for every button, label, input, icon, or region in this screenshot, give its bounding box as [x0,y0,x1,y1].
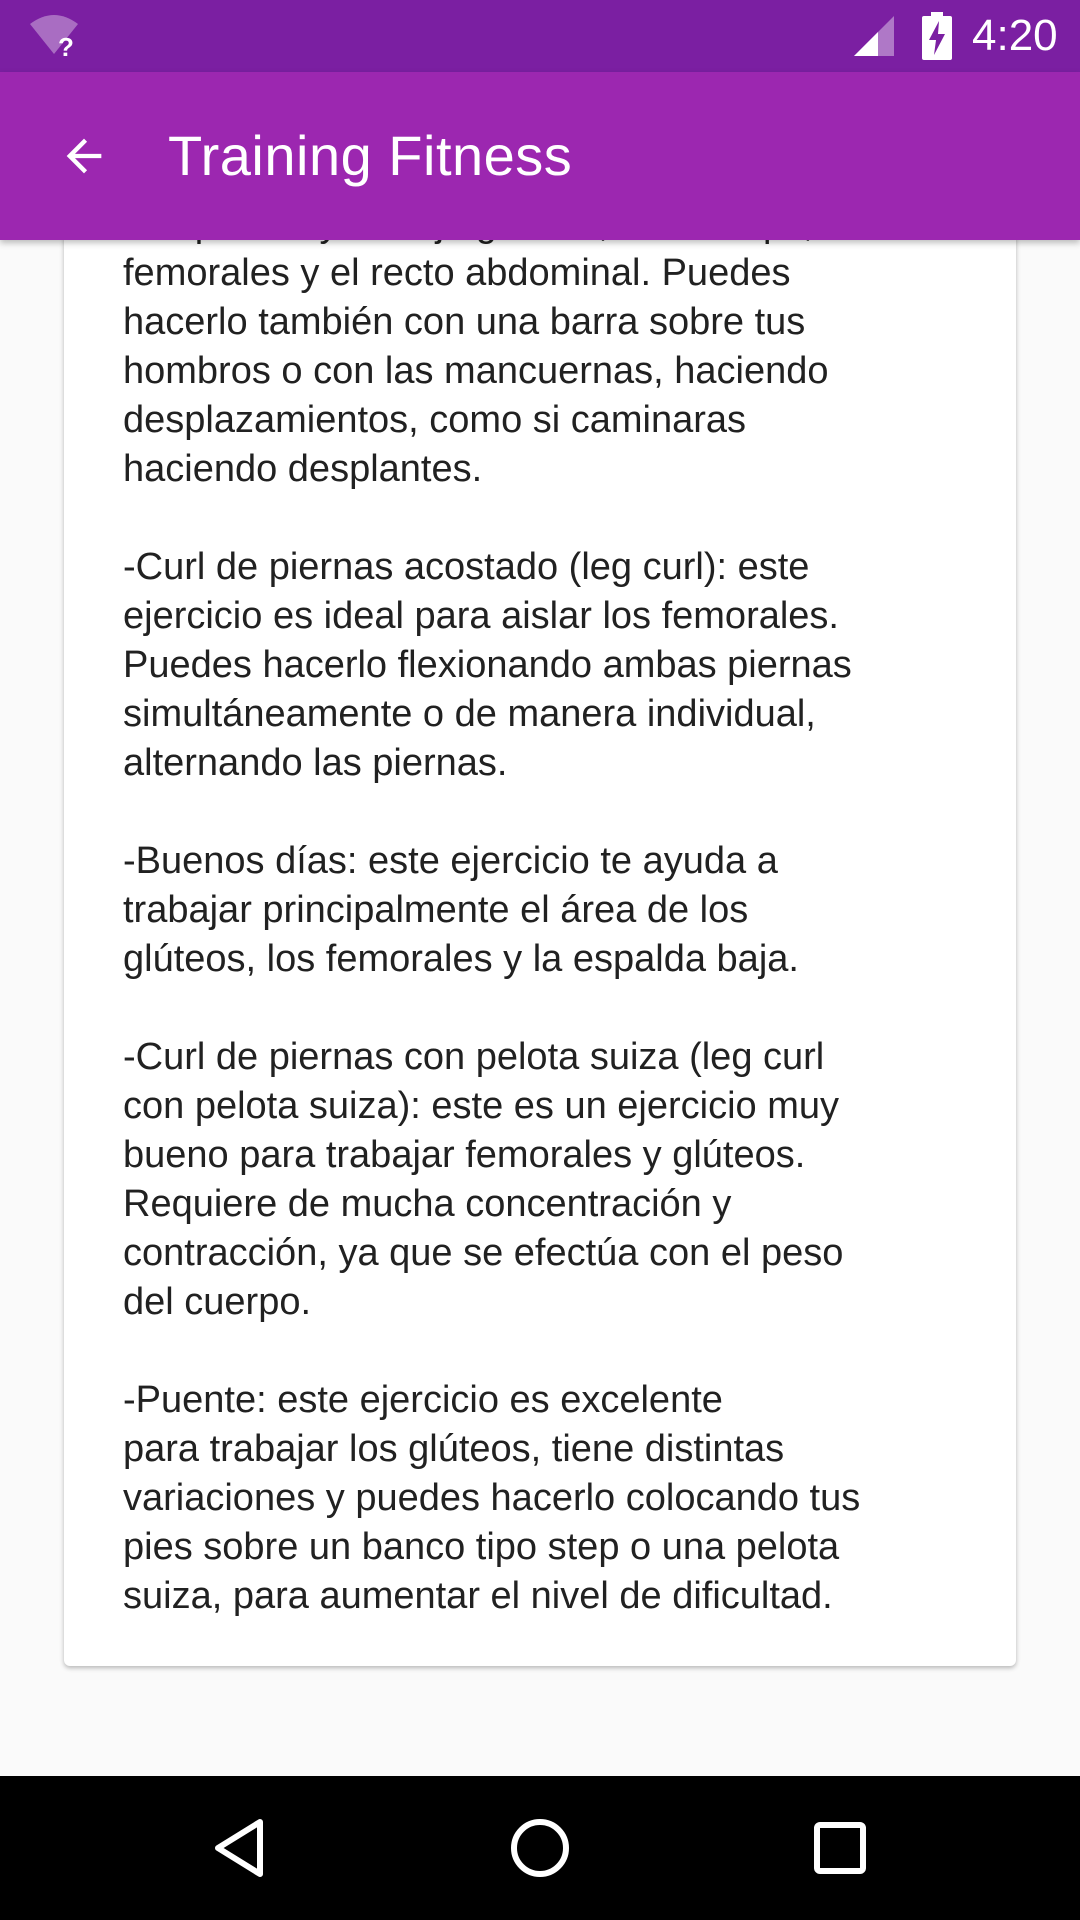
nav-recents-icon [814,1822,866,1874]
nav-recents-button[interactable] [790,1798,890,1898]
nav-home-button[interactable] [490,1798,590,1898]
page-title: Training Fitness [168,124,573,187]
status-bar: ? 4:20 [0,0,1080,72]
status-time: 4:20 [972,11,1058,60]
article-text: compuesto y trabaja glúteos, cuádriceps,… [123,240,861,1617]
cell-signal-icon [854,16,894,56]
navigation-bar [0,1776,1080,1920]
wifi-unknown-icon: ? [30,15,78,58]
back-button[interactable] [40,112,128,200]
arrow-back-icon [66,138,102,174]
nav-home-icon [511,1819,569,1877]
nav-back-icon [215,1819,263,1877]
content-card: compuesto y trabaja glúteos, cuádriceps,… [64,240,1016,1666]
app-bar: Training Fitness [0,72,1080,240]
nav-back-button[interactable] [190,1798,290,1898]
content-scroll-area[interactable]: compuesto y trabaja glúteos, cuádriceps,… [0,240,1080,1776]
svg-text:?: ? [58,32,74,58]
battery-charging-icon [922,12,952,60]
